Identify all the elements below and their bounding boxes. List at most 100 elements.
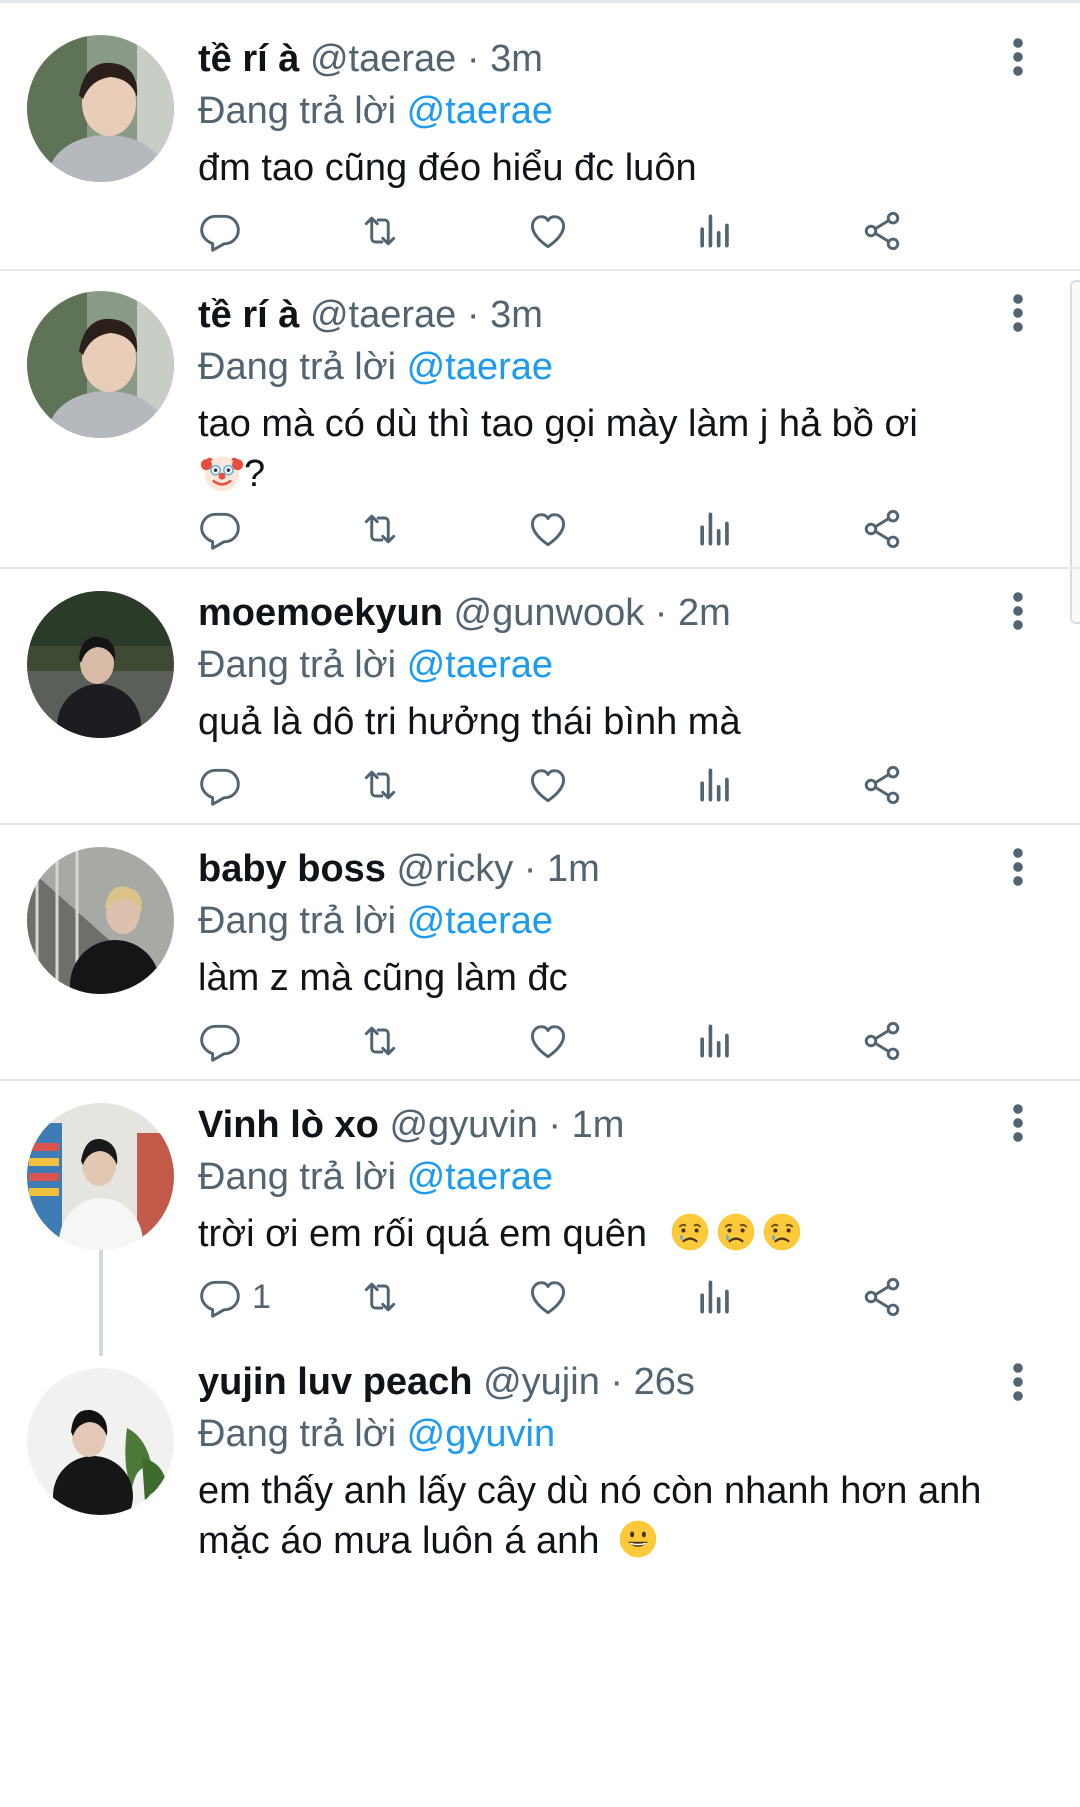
display-name[interactable]: tề rí à [198, 38, 299, 80]
retweet-button[interactable] [358, 1272, 402, 1322]
reply-button[interactable]: 1 [198, 1272, 271, 1322]
tweet[interactable]: yujin luv peach @yujin · 26s Đang trả lờ… [0, 1356, 1080, 1807]
crying-face-emoji-icon [668, 1210, 712, 1254]
retweet-button[interactable] [358, 504, 402, 554]
reply-icon [198, 1275, 242, 1319]
crying-face-emoji-icon [760, 1210, 804, 1254]
avatar[interactable] [27, 1103, 174, 1250]
analytics-button[interactable] [693, 1016, 737, 1066]
more-icon[interactable] [1008, 1362, 1028, 1402]
thread-connector [99, 1249, 103, 1356]
tweet-header: tề rí à @taerae · 3m [198, 33, 1028, 85]
more-icon[interactable] [1008, 591, 1028, 631]
timestamp[interactable]: 1m [547, 848, 600, 890]
analytics-button[interactable] [693, 504, 737, 554]
avatar[interactable] [27, 291, 174, 438]
mention-link[interactable]: @taerae [407, 1156, 553, 1198]
like-icon [526, 1019, 570, 1063]
separator-dot: · [523, 848, 537, 890]
mention-link[interactable]: @gyuvin [407, 1413, 555, 1455]
crying-face-emoji-icon [714, 1210, 758, 1254]
avatar[interactable] [27, 847, 174, 994]
like-button[interactable] [526, 1016, 570, 1066]
timestamp[interactable]: 1m [572, 1104, 625, 1146]
replying-to-label: Đang trả lời [198, 900, 397, 942]
avatar[interactable] [27, 1368, 174, 1515]
user-handle[interactable]: @ricky [397, 848, 514, 890]
mention-link[interactable]: @taerae [407, 900, 553, 942]
reply-icon [198, 507, 242, 551]
mention-link[interactable]: @taerae [407, 90, 553, 132]
reply-icon [198, 1019, 242, 1063]
tweet-text: đm tao cũng đéo hiểu đc luôn [198, 143, 1028, 193]
analytics-button[interactable] [693, 1272, 737, 1322]
separator-dot: · [466, 38, 480, 80]
like-button[interactable] [526, 504, 570, 554]
share-button[interactable] [860, 1016, 904, 1066]
like-button[interactable] [526, 760, 570, 810]
separator-dot: · [548, 1104, 562, 1146]
timestamp[interactable]: 3m [490, 294, 543, 336]
display-name[interactable]: yujin luv peach [198, 1361, 473, 1403]
tweet[interactable]: moemoekyun @gunwook · 2m Đang trả lời @t… [0, 569, 1080, 825]
retweet-button[interactable] [358, 206, 402, 256]
display-name[interactable]: moemoekyun [198, 592, 443, 634]
share-button[interactable] [860, 504, 904, 554]
reply-button[interactable] [198, 206, 252, 256]
analytics-button[interactable] [693, 760, 737, 810]
tweet-header: yujin luv peach @yujin · 26s [198, 1356, 1028, 1408]
more-icon[interactable] [1008, 1103, 1028, 1143]
reply-icon [198, 209, 242, 253]
share-icon [860, 209, 904, 253]
replying-to-label: Đang trả lời [198, 90, 397, 132]
like-button[interactable] [526, 1272, 570, 1322]
replying-to: Đang trả lời @taerae [198, 341, 1028, 393]
timestamp[interactable]: 26s [634, 1361, 695, 1403]
share-button[interactable] [860, 206, 904, 256]
mention-link[interactable]: @taerae [407, 346, 553, 388]
retweet-button[interactable] [358, 760, 402, 810]
tweet[interactable]: Vinh lò xo @gyuvin · 1m Đang trả lời @ta… [0, 1081, 1080, 1356]
tweet-text-content: tao mà có dù thì tao gọi mày làm j hả bồ… [198, 403, 918, 445]
reply-button[interactable] [198, 760, 252, 810]
timestamp[interactable]: 3m [490, 38, 543, 80]
tweet-text: quả là dô tri hưởng thái bình mà [198, 697, 1028, 747]
mention-link[interactable]: @taerae [407, 644, 553, 686]
user-handle[interactable]: @taerae [310, 294, 456, 336]
more-icon[interactable] [1008, 847, 1028, 887]
display-name[interactable]: tề rí à [198, 294, 299, 336]
more-icon[interactable] [1008, 293, 1028, 333]
analytics-icon [693, 1275, 737, 1319]
user-handle[interactable]: @yujin [483, 1361, 600, 1403]
avatar[interactable] [27, 591, 174, 738]
reply-button[interactable] [198, 1016, 252, 1066]
user-handle[interactable]: @gyuvin [389, 1104, 537, 1146]
display-name[interactable]: baby boss [198, 848, 386, 890]
tweet[interactable]: tề rí à @taerae · 3m Đang trả lời @taera… [0, 3, 1080, 271]
analytics-icon [693, 507, 737, 551]
avatar[interactable] [27, 35, 174, 182]
retweet-button[interactable] [358, 1016, 402, 1066]
tweet-text: tao mà có dù thì tao gọi mày làm j hả bồ… [198, 399, 1028, 499]
replying-to: Đang trả lời @taerae [198, 1151, 1028, 1203]
action-bar [198, 206, 1028, 256]
like-button[interactable] [526, 206, 570, 256]
tweet[interactable]: baby boss @ricky · 1m Đang trả lời @taer… [0, 825, 1080, 1081]
user-handle[interactable]: @taerae [310, 38, 456, 80]
like-icon [526, 507, 570, 551]
display-name[interactable]: Vinh lò xo [198, 1104, 379, 1146]
more-icon[interactable] [1008, 37, 1028, 77]
share-button[interactable] [860, 1272, 904, 1322]
user-handle[interactable]: @gunwook [454, 592, 645, 634]
action-bar [198, 760, 1028, 810]
share-icon [860, 507, 904, 551]
action-bar [198, 504, 1028, 554]
share-icon [860, 1275, 904, 1319]
timestamp[interactable]: 2m [678, 592, 731, 634]
analytics-button[interactable] [693, 206, 737, 256]
replying-to-label: Đang trả lời [198, 644, 397, 686]
tweet-text-tail: ? [244, 453, 266, 495]
tweet[interactable]: tề rí à @taerae · 3m Đang trả lời @taera… [0, 271, 1080, 569]
reply-button[interactable] [198, 504, 252, 554]
share-button[interactable] [860, 760, 904, 810]
